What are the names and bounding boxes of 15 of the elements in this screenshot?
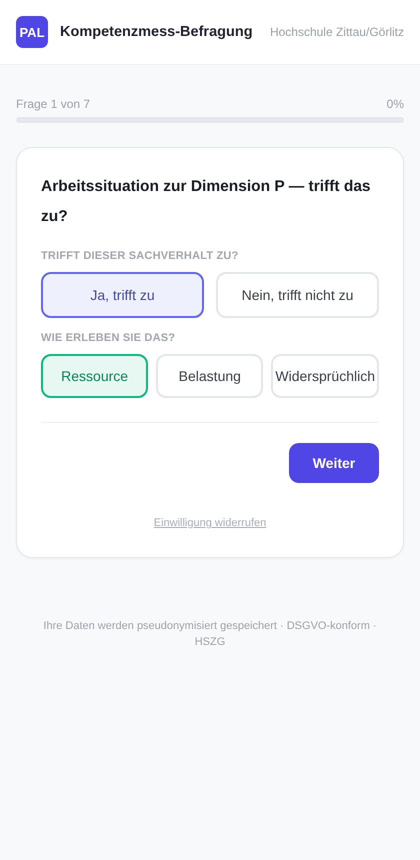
next-button[interactable]: Weiter [289,443,379,483]
question-title: Arbeitssituation zur Dimension P — trifft das zu? [41,177,372,227]
option-button[interactable]: Widersprüchlich [271,354,379,398]
option-button[interactable]: Nein, trifft nicht zu [216,272,379,318]
option-button[interactable]: Belastung [156,354,264,398]
section-label: TRIFFT DIESER SACHVERHALT ZU? [41,250,240,262]
option-button[interactable]: Ja, trifft zu [41,272,204,318]
institution-name: Hochschule Zittau/Görlitz [270,25,404,39]
privacy-note: Ihre Daten werden pseudonymisiert gespeichert · DSGVO-konform · HSZG [42,619,378,650]
logo: PAL [16,16,48,48]
app-title: Kompetenzmess-Befragung [60,24,254,40]
progress-label: Frage 1 von 7 [16,97,90,111]
section-label: WIE ERLEBEN SIE DAS? [41,332,176,344]
progress-percent: 0% [386,97,404,111]
option-button[interactable]: Ressource [41,354,148,398]
